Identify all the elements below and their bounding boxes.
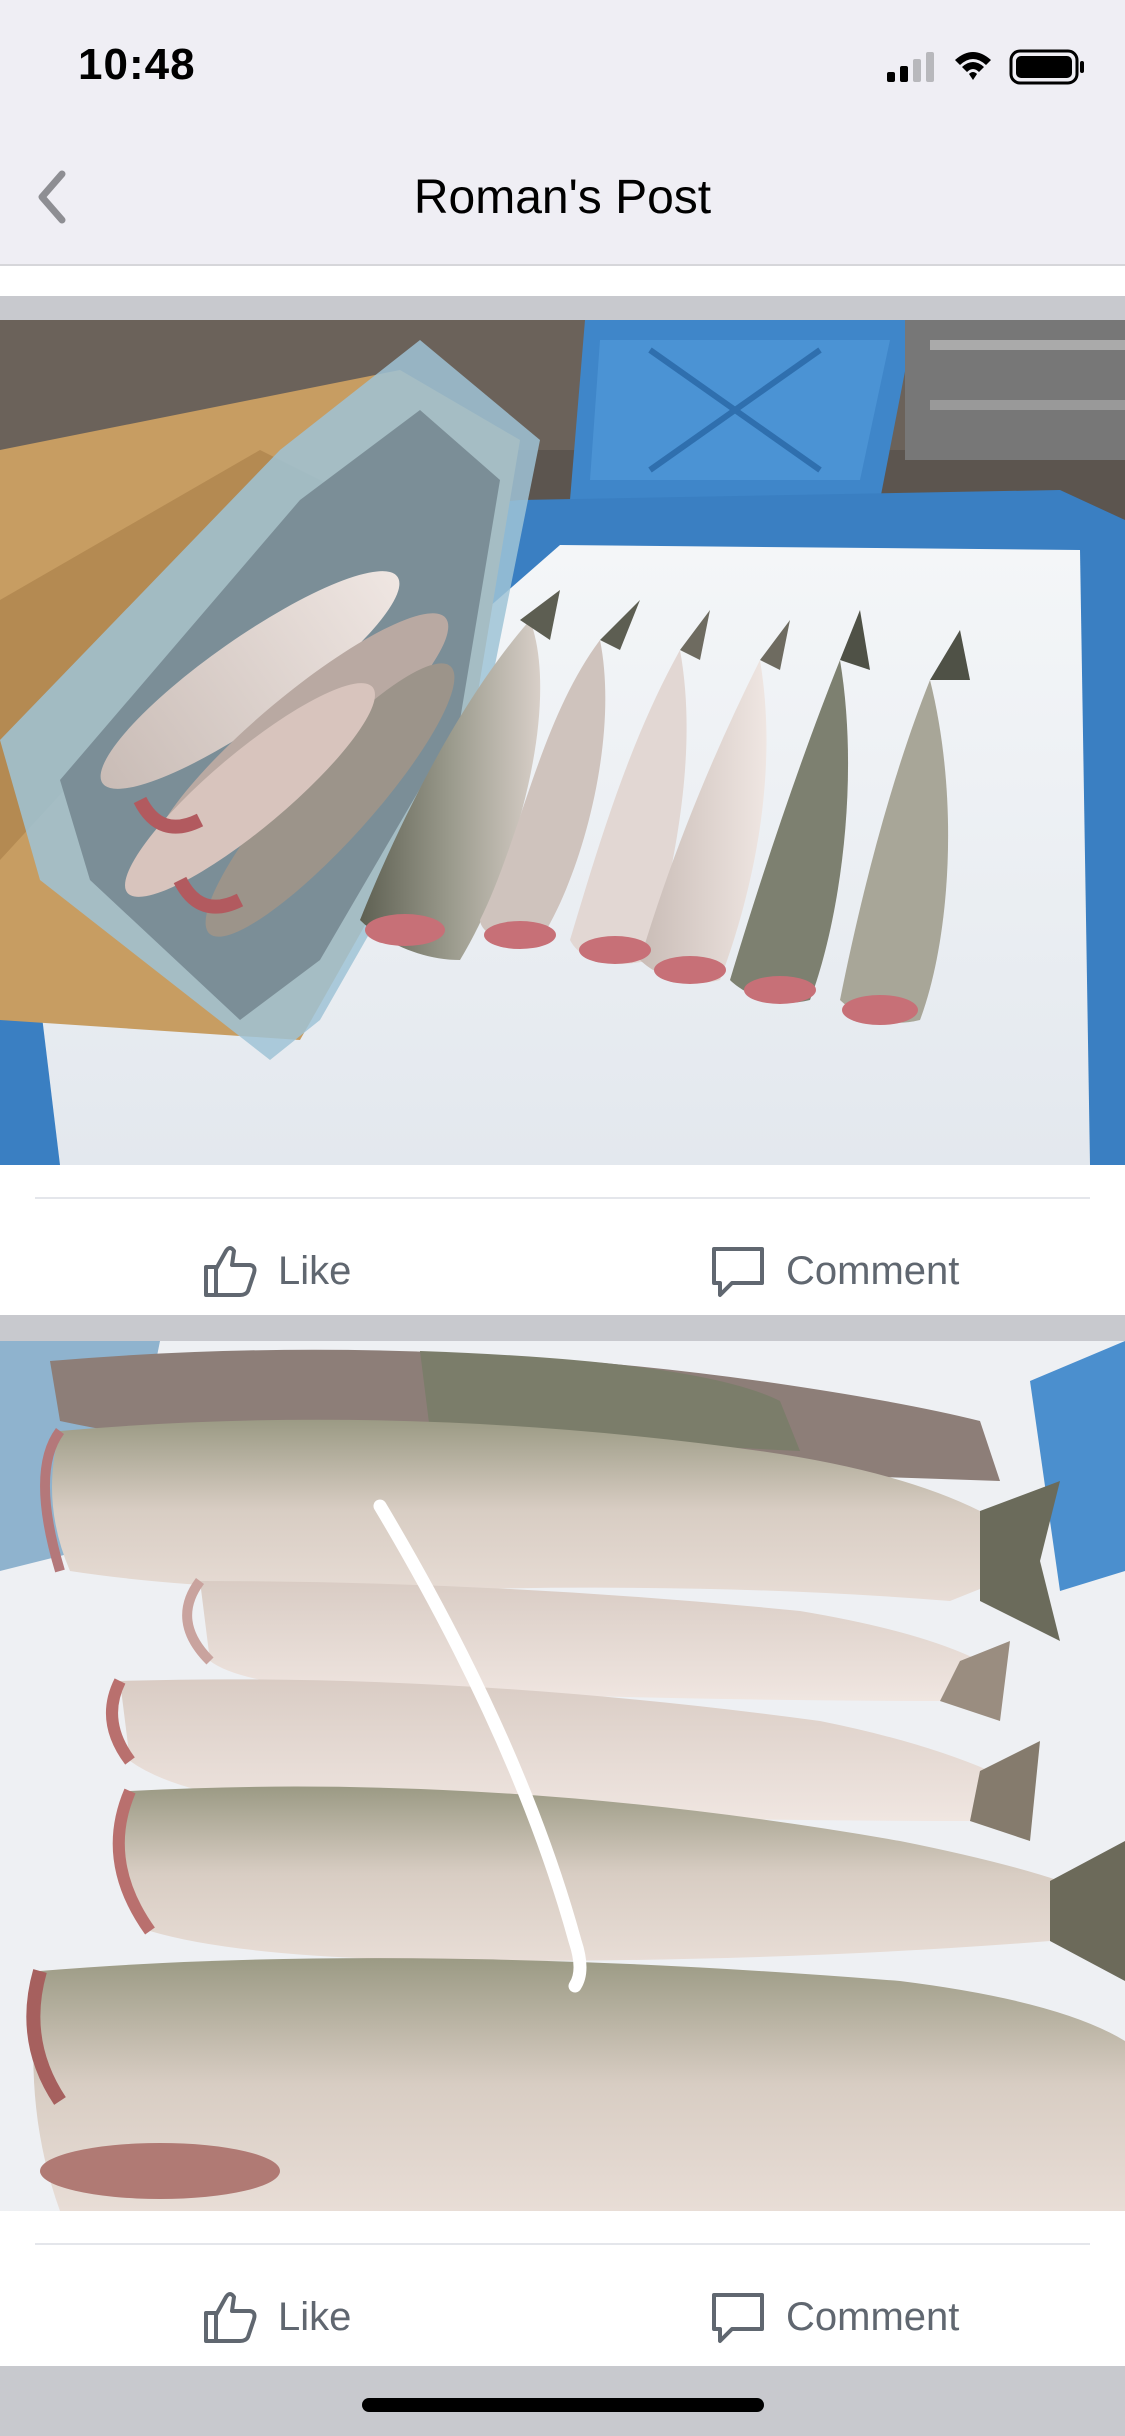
thumbs-up-icon bbox=[204, 1246, 257, 1297]
like-label: Like bbox=[278, 1248, 352, 1293]
post-photo[interactable] bbox=[0, 1341, 1125, 2211]
like-label: Like bbox=[278, 2294, 352, 2339]
comment-bubble-icon bbox=[712, 1247, 764, 1297]
wifi-icon bbox=[955, 52, 991, 80]
comment-label: Comment bbox=[786, 1248, 960, 1293]
divider bbox=[35, 2243, 1090, 2245]
status-bar: 10:48 bbox=[0, 0, 1125, 132]
comment-bubble-icon bbox=[712, 2293, 764, 2343]
status-time: 10:48 bbox=[78, 40, 196, 89]
page-title: Roman's Post bbox=[413, 171, 712, 224]
battery-icon bbox=[1009, 49, 1084, 85]
comment-button[interactable]: Comment bbox=[708, 2279, 959, 2355]
nav-bar: Roman's Post bbox=[0, 132, 1125, 266]
post-photo[interactable] bbox=[0, 320, 1125, 1165]
thumbs-up-icon bbox=[204, 2292, 257, 2343]
comment-label: Comment bbox=[786, 2294, 960, 2339]
like-button[interactable]: Like bbox=[200, 2279, 351, 2355]
post-top-strip bbox=[0, 266, 1125, 296]
post-actions: Like Comment bbox=[0, 2211, 1125, 2366]
divider bbox=[35, 1197, 1090, 1199]
post-separator bbox=[0, 1315, 1125, 1341]
post-separator bbox=[0, 296, 1125, 320]
cellular-signal-icon bbox=[887, 52, 934, 82]
home-indicator-area bbox=[0, 2366, 1125, 2436]
post-actions: Like Comment bbox=[0, 1165, 1125, 1315]
home-indicator[interactable] bbox=[362, 2398, 764, 2412]
comment-button[interactable]: Comment bbox=[708, 1233, 959, 1309]
like-button[interactable]: Like bbox=[200, 1233, 351, 1309]
status-icons bbox=[887, 48, 1087, 88]
